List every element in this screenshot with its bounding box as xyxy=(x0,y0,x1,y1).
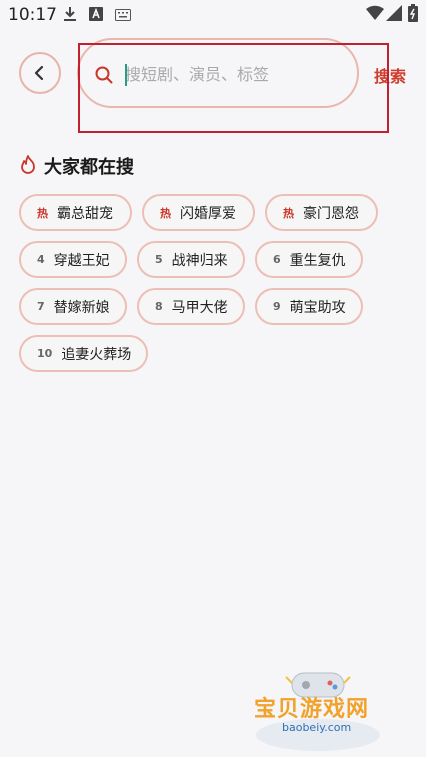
hot-section-title: 大家都在搜 xyxy=(44,157,134,178)
download-icon xyxy=(62,6,78,26)
tag-label: 萌宝助攻 xyxy=(289,299,346,316)
hot-tag[interactable]: 7 替嫁新娘 xyxy=(19,288,127,325)
tag-rank: 6 xyxy=(273,253,281,266)
tag-rank: 10 xyxy=(37,347,53,360)
signal-icon xyxy=(386,5,402,25)
wifi-icon xyxy=(366,5,384,25)
tag-label: 马甲大佬 xyxy=(171,299,228,316)
hot-tag[interactable]: 5 战神归来 xyxy=(137,241,245,278)
tag-rank: 7 xyxy=(37,300,45,313)
tag-rank: 热 xyxy=(37,206,48,220)
tag-label: 追妻火葬场 xyxy=(61,346,132,363)
search-box[interactable] xyxy=(77,38,359,108)
status-time: 10:17 xyxy=(8,5,57,25)
tag-rank: 5 xyxy=(155,253,163,266)
tag-rank: 4 xyxy=(37,253,45,266)
tag-rank: 热 xyxy=(283,206,294,220)
watermark-url: baobeiy.com xyxy=(282,721,352,734)
hot-section-header: 大家都在搜 xyxy=(20,153,134,179)
tag-label: 重生复仇 xyxy=(289,252,346,269)
tag-rank: 9 xyxy=(273,300,281,313)
tag-rank: 8 xyxy=(155,300,163,313)
tag-label: 替嫁新娘 xyxy=(53,299,110,316)
a-badge-icon xyxy=(89,6,103,25)
tag-label: 闪婚厚爱 xyxy=(180,205,236,222)
search-icon xyxy=(95,66,113,88)
hot-tag[interactable]: 6 重生复仇 xyxy=(255,241,363,278)
hot-tag[interactable]: 热 闪婚厚爱 xyxy=(142,194,255,231)
flame-icon xyxy=(20,154,36,178)
status-bar: 10:17 xyxy=(0,0,426,30)
keyboard-icon xyxy=(115,6,131,25)
hot-tag[interactable]: 8 马甲大佬 xyxy=(137,288,245,325)
hot-tag[interactable]: 热 豪门恩怨 xyxy=(265,194,378,231)
hot-tag[interactable]: 9 萌宝助攻 xyxy=(255,288,363,325)
hot-tag[interactable]: 4 穿越王妃 xyxy=(19,241,127,278)
search-button[interactable]: 搜索 xyxy=(374,63,406,87)
hot-tag[interactable]: 热 霸总甜宠 xyxy=(19,194,132,231)
chevron-left-icon xyxy=(34,65,44,81)
tag-rank: 热 xyxy=(160,206,171,220)
tag-label: 豪门恩怨 xyxy=(303,205,359,222)
tag-label: 战神归来 xyxy=(171,252,228,269)
text-cursor xyxy=(125,64,127,86)
back-button[interactable] xyxy=(19,52,61,94)
tag-label: 穿越王妃 xyxy=(53,252,110,269)
battery-icon xyxy=(408,4,418,26)
tag-label: 霸总甜宠 xyxy=(57,205,113,222)
watermark: 宝贝游戏网 baobeiy.com xyxy=(246,663,396,753)
hot-tag[interactable]: 10 追妻火葬场 xyxy=(19,335,148,372)
watermark-title: 宝贝游戏网 xyxy=(254,697,370,722)
search-input[interactable] xyxy=(125,61,345,87)
